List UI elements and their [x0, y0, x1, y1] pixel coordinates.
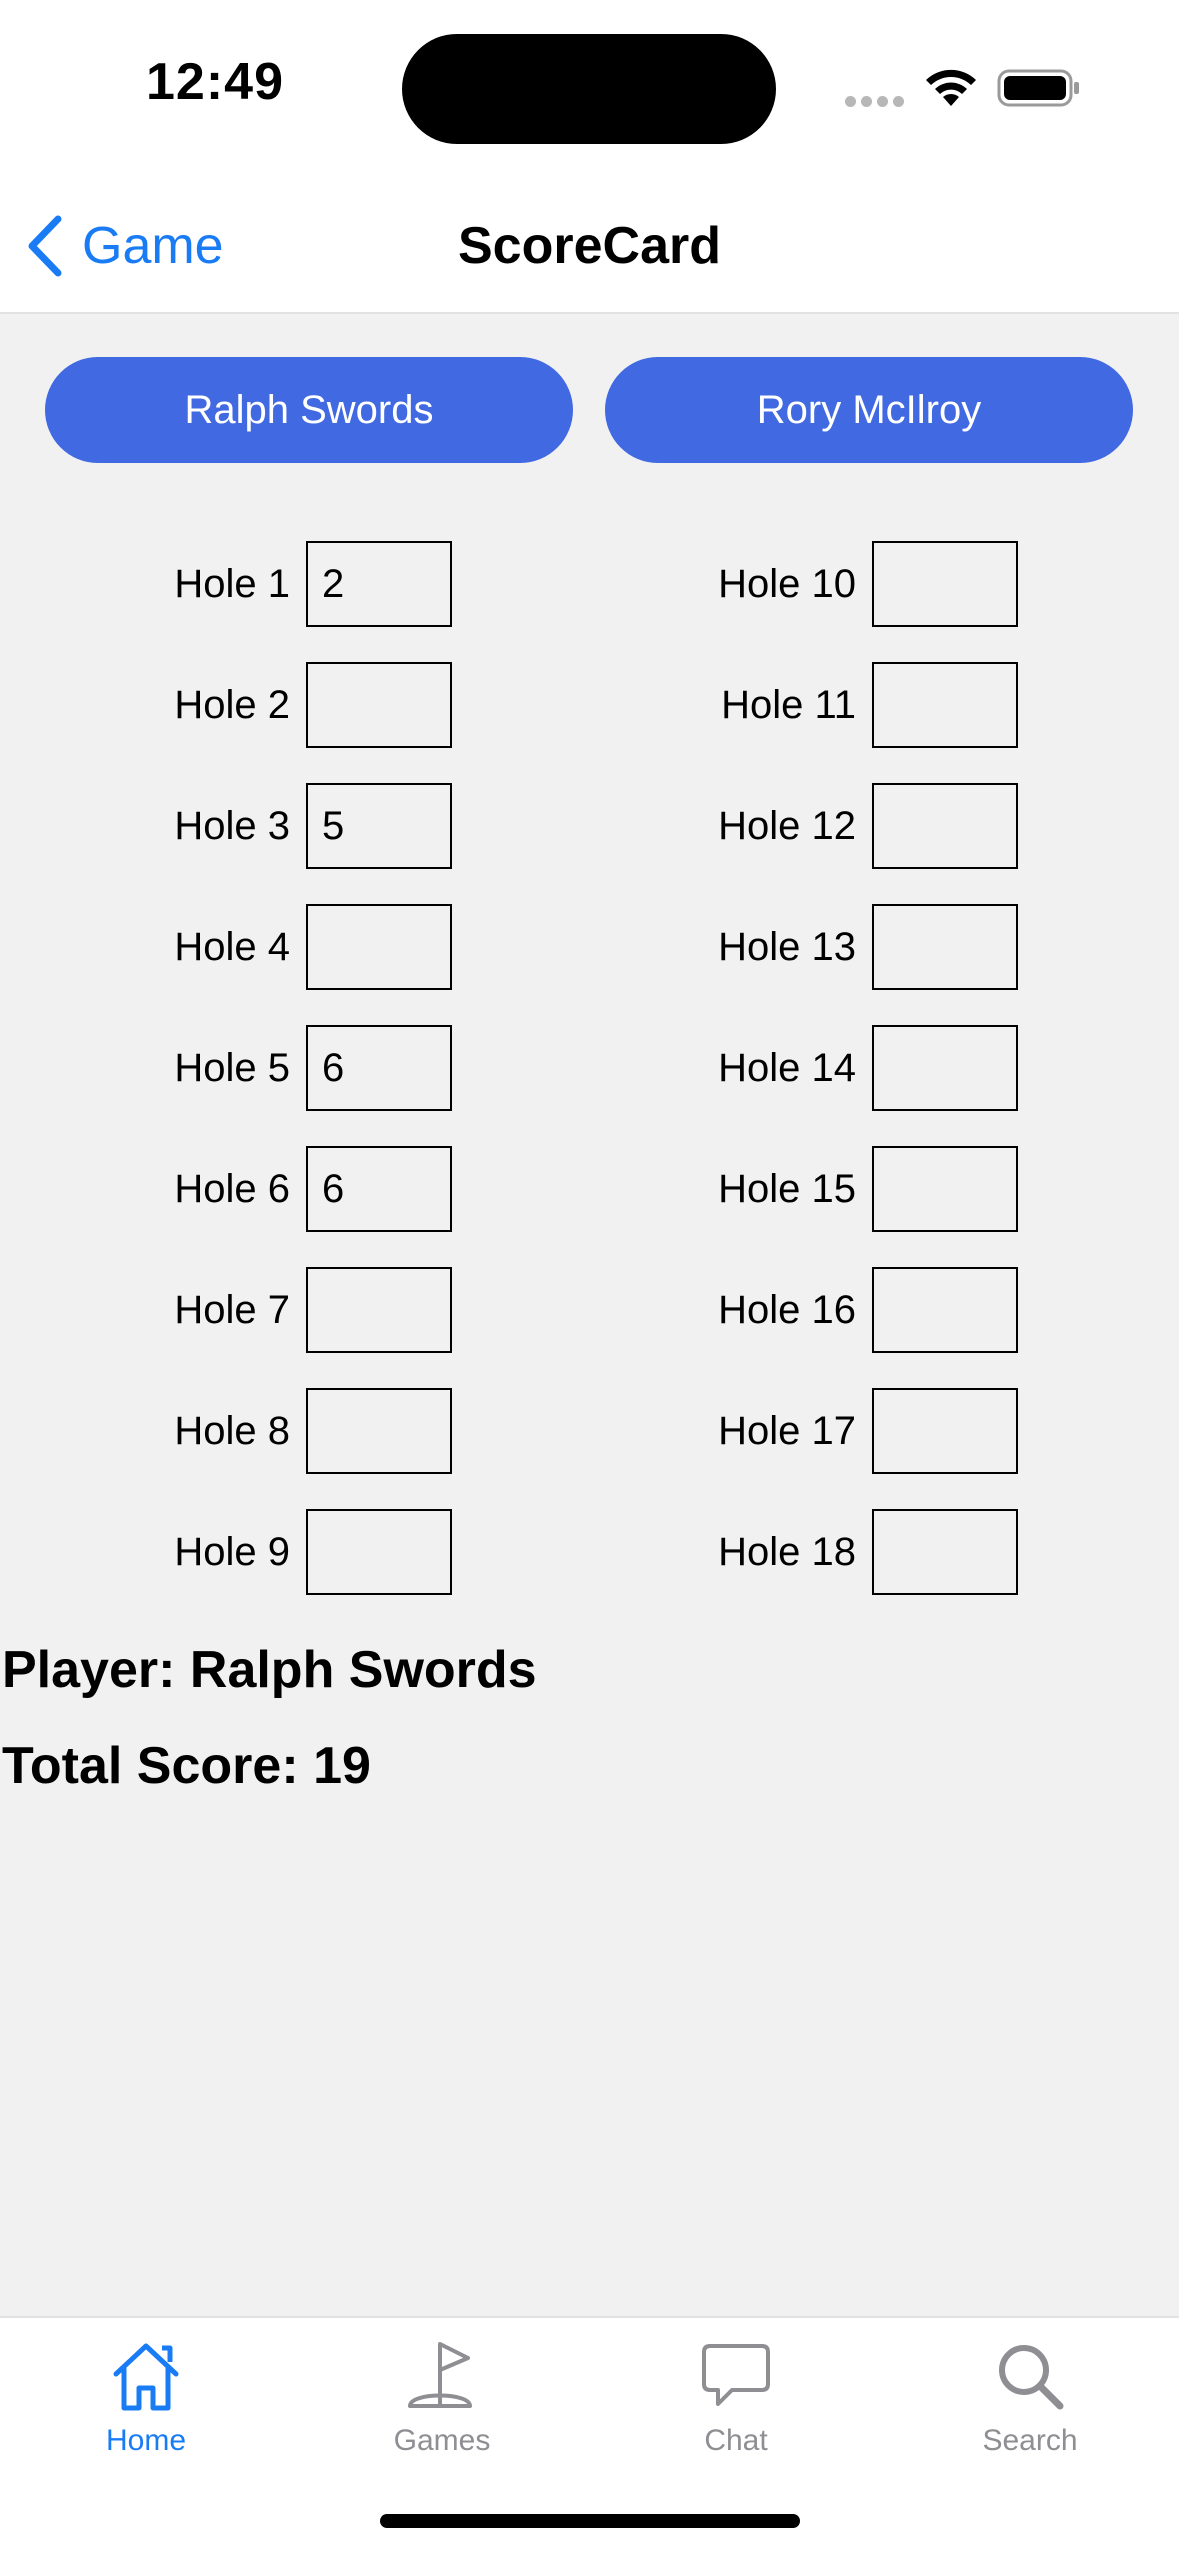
hole-row: Hole 16 [0, 1265, 1018, 1355]
player-rory-mcilroy-button[interactable]: Rory McIlroy [605, 357, 1133, 463]
cellular-signal-icon [845, 94, 909, 112]
wifi-icon [926, 69, 976, 106]
hole-label: Hole 11 [721, 682, 856, 727]
hole-16-score-input[interactable] [872, 1267, 1018, 1353]
hole-row: Hole 15 [0, 1144, 1018, 1234]
search-icon [999, 2345, 1064, 2410]
hole-row: Hole 14 [0, 1023, 1018, 1113]
tab-games-label: Games [393, 2424, 491, 2457]
tab-chat-label: Chat [704, 2424, 768, 2457]
tab-games[interactable]: Games [342, 2338, 542, 2458]
chat-bubble-icon [702, 2344, 770, 2406]
hole-label: Hole 18 [718, 1529, 856, 1574]
hole-row: Hole 17 [0, 1386, 1018, 1476]
hole-13-score-input[interactable] [872, 904, 1018, 990]
tab-chat[interactable]: Chat [636, 2338, 836, 2458]
back-button[interactable]: Game [24, 210, 224, 282]
hole-10-score-input[interactable] [872, 541, 1018, 627]
hole-label: Hole 12 [718, 803, 856, 848]
hole-label: Hole 10 [718, 561, 856, 606]
hole-18-score-input[interactable] [872, 1509, 1018, 1595]
hole-label: Hole 14 [718, 1045, 856, 1090]
home-icon [113, 2343, 179, 2411]
hole-row: Hole 11 [0, 660, 1018, 750]
navigation-bar: Game ScoreCard [0, 180, 1179, 314]
hole-label: Hole 16 [718, 1287, 856, 1332]
hole-row: Hole 18 [0, 1507, 1018, 1597]
chevron-left-icon [28, 215, 62, 277]
tab-search[interactable]: Search [930, 2338, 1130, 2458]
hole-label: Hole 17 [718, 1408, 856, 1453]
hole-12-score-input[interactable] [872, 783, 1018, 869]
hole-15-score-input[interactable] [872, 1146, 1018, 1232]
home-indicator [380, 2514, 800, 2528]
battery-icon [997, 69, 1079, 107]
player-summary: Player: Ralph Swords [2, 1641, 537, 1699]
scorecard-screen: 12:49 Game ScoreCard Ralph Swords Rory M… [0, 0, 1179, 2556]
total-score: Total Score: 19 [2, 1737, 371, 1795]
player-ralph-swords-button[interactable]: Ralph Swords [45, 357, 573, 463]
hole-label: Hole 15 [718, 1166, 856, 1211]
flag-icon [408, 2342, 472, 2408]
status-bar: 12:49 [0, 0, 1179, 180]
tab-home-label: Home [105, 2424, 187, 2457]
status-time: 12:49 [146, 53, 284, 111]
dynamic-island [402, 34, 776, 144]
tab-home[interactable]: Home [46, 2338, 246, 2458]
hole-14-score-input[interactable] [872, 1025, 1018, 1111]
hole-label: Hole 13 [718, 924, 856, 969]
hole-17-score-input[interactable] [872, 1388, 1018, 1474]
tab-search-label: Search [982, 2424, 1078, 2457]
back-button-label: Game [82, 217, 224, 275]
hole-11-score-input[interactable] [872, 662, 1018, 748]
hole-row: Hole 13 [0, 902, 1018, 992]
hole-row: Hole 12 [0, 781, 1018, 871]
hole-row: Hole 10 [0, 539, 1018, 629]
